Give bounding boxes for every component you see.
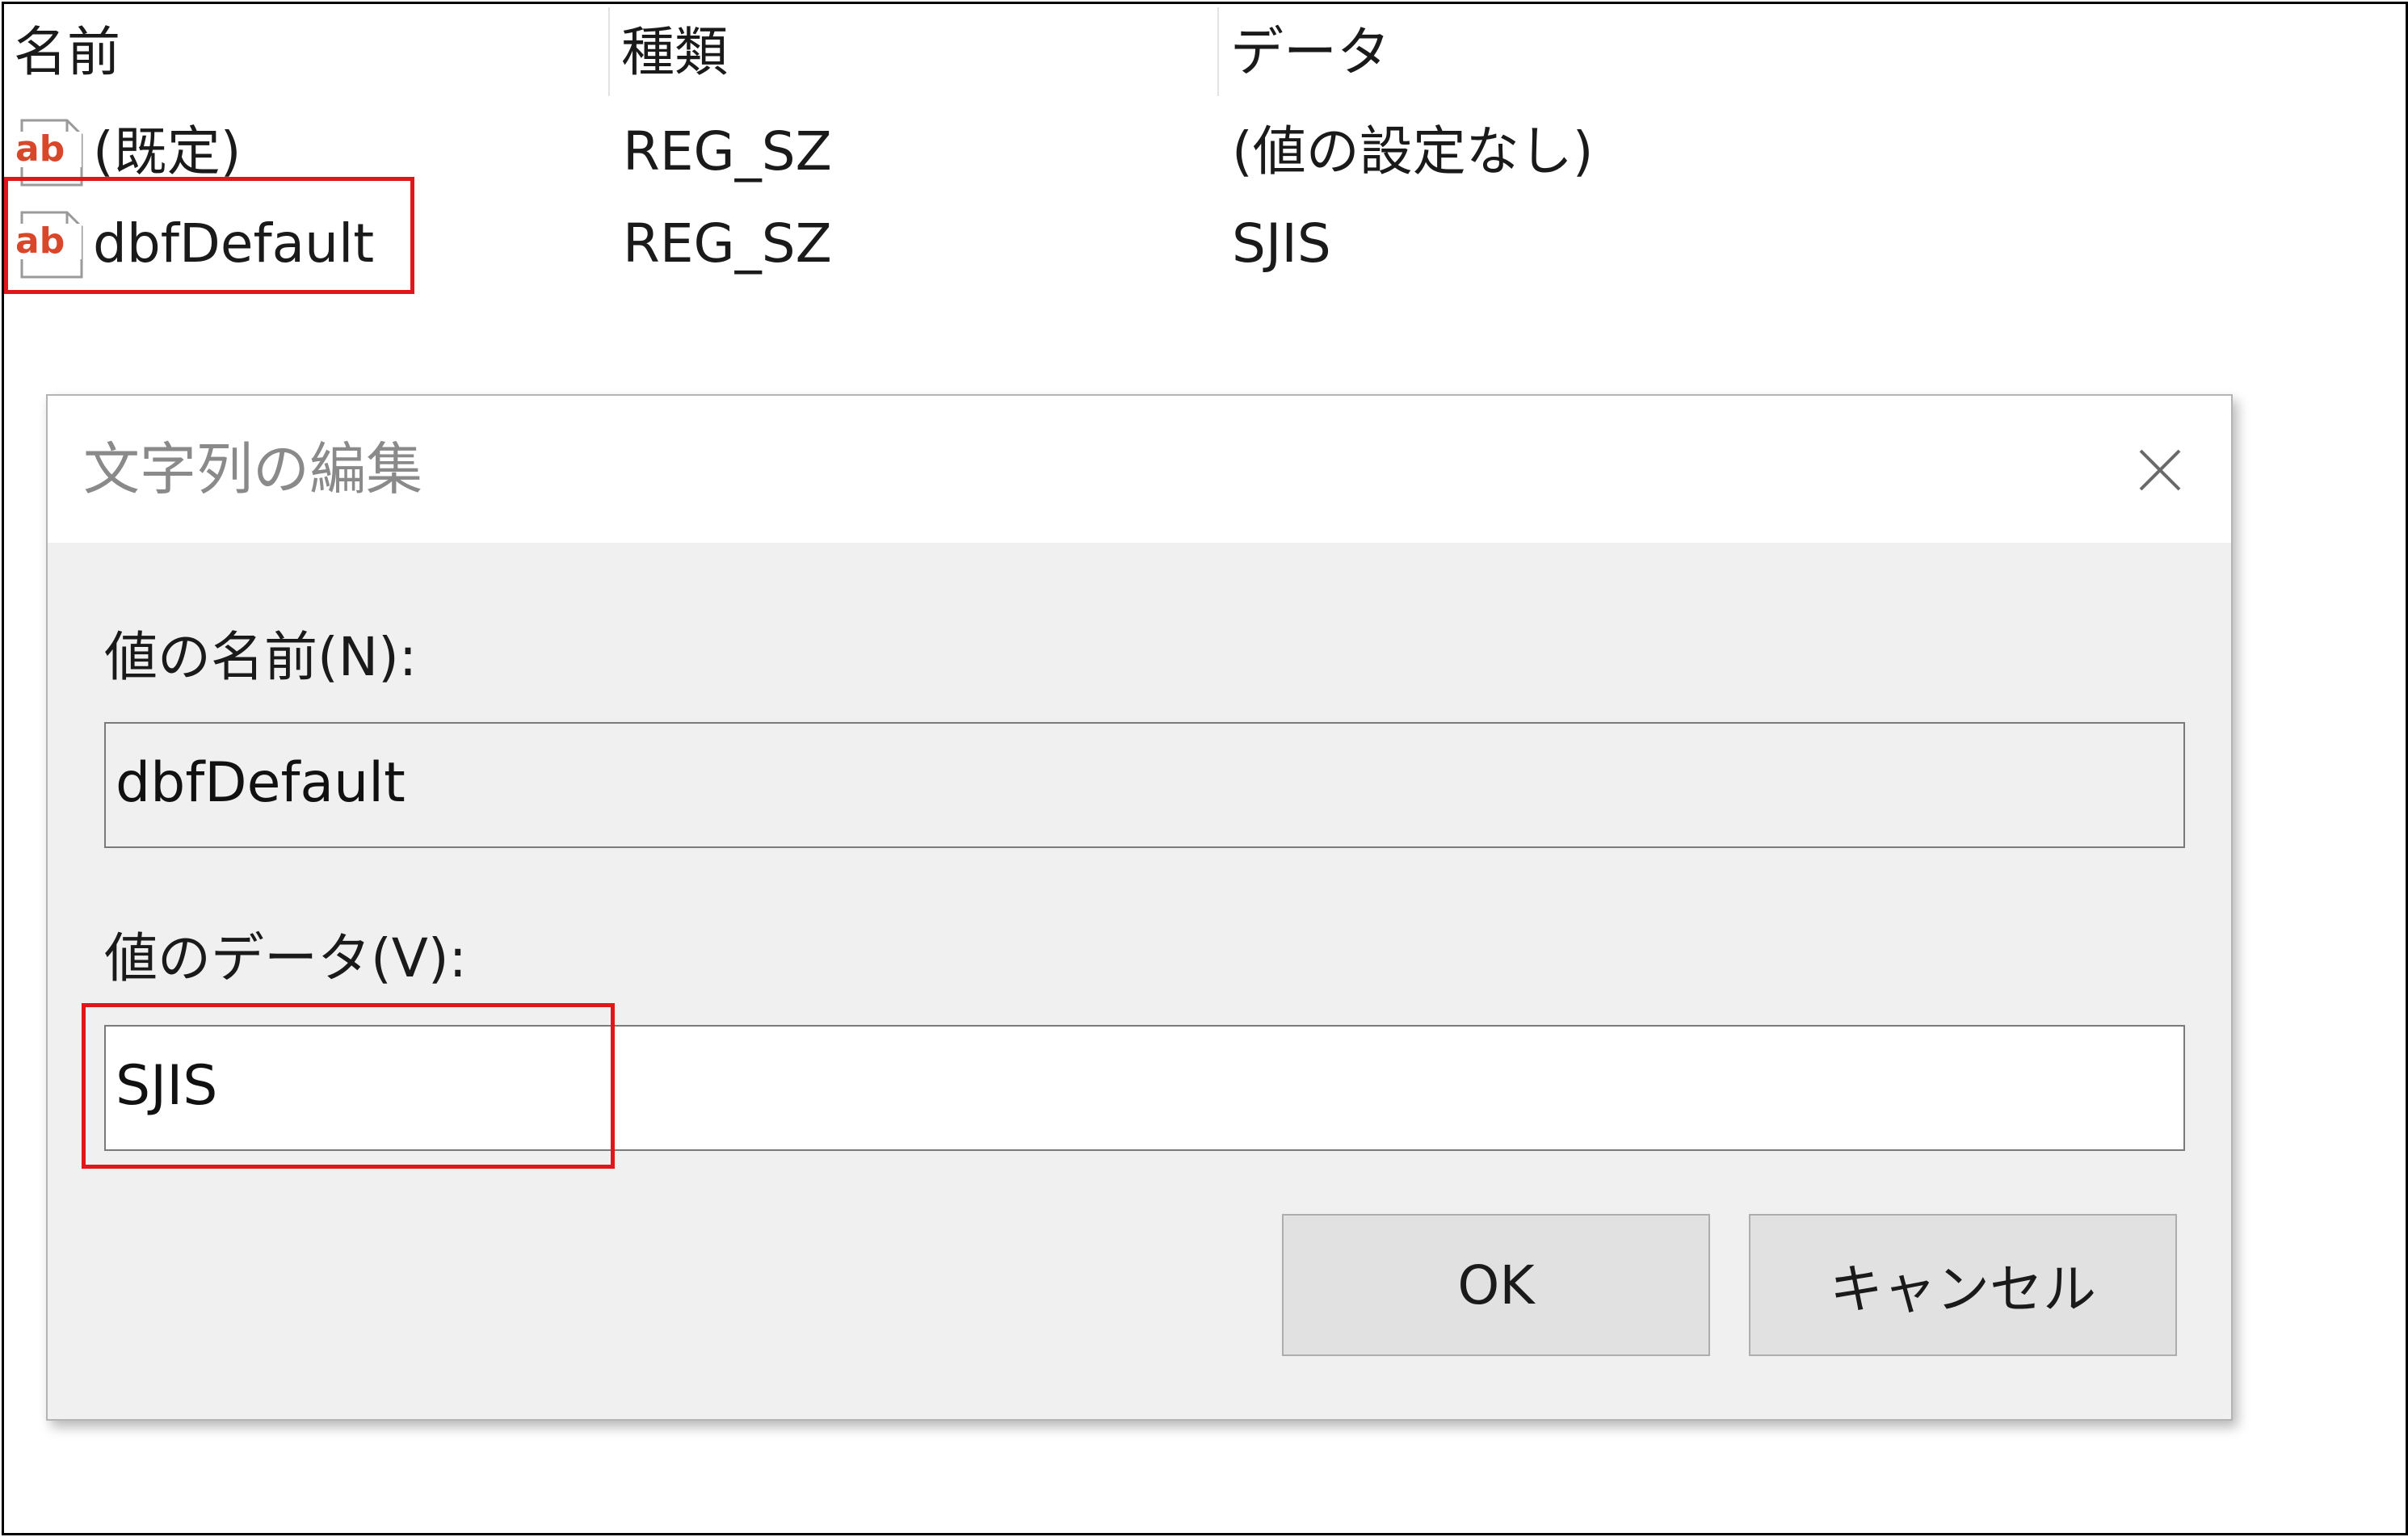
highlight-box-value-name	[4, 177, 414, 294]
value-type: REG_SZ	[623, 212, 832, 275]
value-name-field: dbfDefault	[104, 722, 2185, 848]
screenshot-frame: 名前 種類 データ ab (既定) REG_SZ (値の設定なし) ab dbf…	[2, 2, 2408, 1535]
edit-string-dialog: 文字列の編集 値の名前(N): dbfDefault 値のデータ(V): SJI…	[46, 394, 2233, 1421]
value-type: REG_SZ	[623, 120, 832, 183]
value-data: SJIS	[1232, 212, 1331, 275]
column-header-data[interactable]: データ	[1221, 4, 2351, 101]
dialog-titlebar[interactable]: 文字列の編集	[48, 396, 2231, 543]
close-button[interactable]	[2121, 431, 2199, 509]
highlight-box-value-data	[82, 1003, 615, 1169]
column-separator[interactable]	[1217, 7, 1219, 96]
value-data-label: 値のデータ(V):	[104, 927, 467, 989]
value-name-label: 値の名前(N):	[104, 626, 418, 688]
dialog-title: 文字列の編集	[83, 436, 422, 502]
column-separator[interactable]	[608, 7, 610, 96]
ok-button[interactable]: OK	[1282, 1214, 1710, 1356]
svg-text:ab: ab	[15, 128, 65, 170]
cancel-button[interactable]: キャンセル	[1749, 1214, 2177, 1356]
close-icon	[2139, 449, 2181, 491]
value-data: (値の設定なし)	[1232, 120, 1594, 183]
column-header-name[interactable]: 名前	[4, 4, 610, 101]
column-header-type[interactable]: 種類	[611, 4, 1217, 101]
